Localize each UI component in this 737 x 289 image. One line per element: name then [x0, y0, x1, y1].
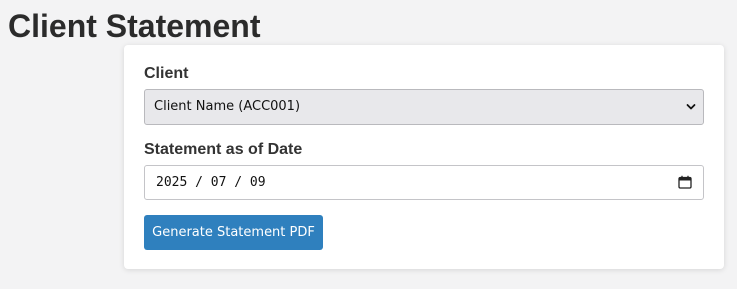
chevron-down-icon [686, 104, 696, 110]
client-select-value: Client Name (ACC001) [154, 99, 301, 114]
date-label: Statement as of Date [144, 141, 303, 158]
page-title: Client Statement [8, 8, 261, 44]
statement-date-input[interactable]: 2025 / 07 / 09 [144, 165, 704, 200]
statement-date-value: 2025 / 07 / 09 [156, 175, 266, 190]
client-label: Client [144, 65, 189, 82]
statement-form-card: Client Client Name (ACC001) Statement as… [124, 45, 724, 269]
calendar-icon[interactable] [678, 175, 692, 189]
generate-statement-button[interactable]: Generate Statement PDF [144, 215, 323, 250]
client-select[interactable]: Client Name (ACC001) [144, 89, 704, 125]
